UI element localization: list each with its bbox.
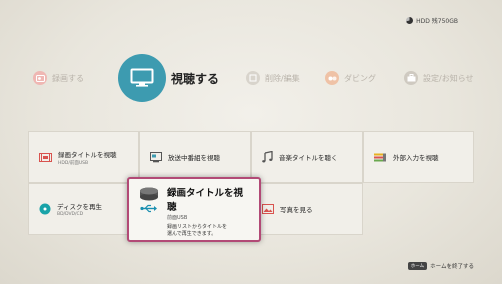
tile-label: 写真を見る <box>280 206 313 214</box>
tile-photo[interactable]: 写真を見る <box>251 183 363 235</box>
edit-icon <box>246 71 260 85</box>
tile-label: 音楽タイトルを聴く <box>279 154 338 162</box>
hdd-status: HDD 残750GB <box>406 16 458 25</box>
menu-dubbing[interactable]: ダビング <box>325 71 376 85</box>
tile-label: 放送中番組を視聴 <box>168 154 220 162</box>
disc-icon <box>39 203 51 215</box>
description-line-1: 録画リストからタイトルを <box>167 224 228 230</box>
settings-toolbox-icon <box>404 71 418 85</box>
music-note-icon <box>262 151 273 163</box>
menu-watch[interactable]: 視聴する <box>118 54 219 102</box>
exit-home-label: ホームを終了する <box>430 264 474 270</box>
menu-record[interactable]: 録画する <box>33 71 84 85</box>
selected-tile-description: 録画リストからタイトルを 選んで再生できます。 <box>167 224 251 238</box>
dubbing-icon <box>325 71 339 85</box>
tv-icon <box>118 54 166 102</box>
input-cables-icon <box>374 153 387 162</box>
description-line-2: 選んで再生できます。 <box>167 231 217 237</box>
tile-sublabel: BD/DVD/CD <box>57 212 84 217</box>
tile-label: 外部入力を視聴 <box>393 154 439 162</box>
usb-hdd-icon <box>139 187 159 213</box>
tile-external-input[interactable]: 外部入力を視聴 <box>363 131 474 183</box>
selected-tile-title: 録画タイトルを視聴 <box>167 188 244 213</box>
tile-music[interactable]: 音楽タイトルを聴く <box>251 131 363 183</box>
home-key-badge: ホーム <box>407 262 428 270</box>
hdd-capacity-icon <box>406 17 414 24</box>
hdd-status-label: HDD 残750GB <box>416 18 458 25</box>
top-menu: 録画する 視聴する 削除/編集 ダビング 設定/お知らせ <box>0 50 502 106</box>
tile-label: ディスクを再生 <box>57 203 103 211</box>
menu-delete-edit[interactable]: 削除/編集 <box>246 71 300 85</box>
home-screen: HDD 残750GB 録画する 視聴する 削除/編集 ダビング 設定/お知らせ … <box>0 0 502 284</box>
tile-recorded-titles[interactable]: 録画タイトルを視聴 HDD/前面USB <box>28 131 139 183</box>
broadcast-tv-icon <box>150 151 162 163</box>
record-icon <box>33 71 47 85</box>
tile-sublabel: HDD/前面USB <box>58 160 89 166</box>
tile-broadcast[interactable]: 放送中番組を視聴 <box>139 131 251 183</box>
exit-home-hint[interactable]: ホーム ホームを終了する <box>407 262 474 270</box>
tile-label: 録画タイトルを視聴 <box>58 150 117 159</box>
photo-icon <box>262 204 274 214</box>
selected-tile-subtitle: 前面USB <box>167 215 188 221</box>
film-icon <box>39 152 52 162</box>
menu-settings[interactable]: 設定/お知らせ <box>404 71 474 85</box>
selected-tile-usb-recordings[interactable]: 録画タイトルを視聴 前面USB 録画リストからタイトルを 選んで再生できます。 <box>127 177 261 242</box>
tile-disc-play[interactable]: ディスクを再生 BD/DVD/CD <box>28 183 139 235</box>
